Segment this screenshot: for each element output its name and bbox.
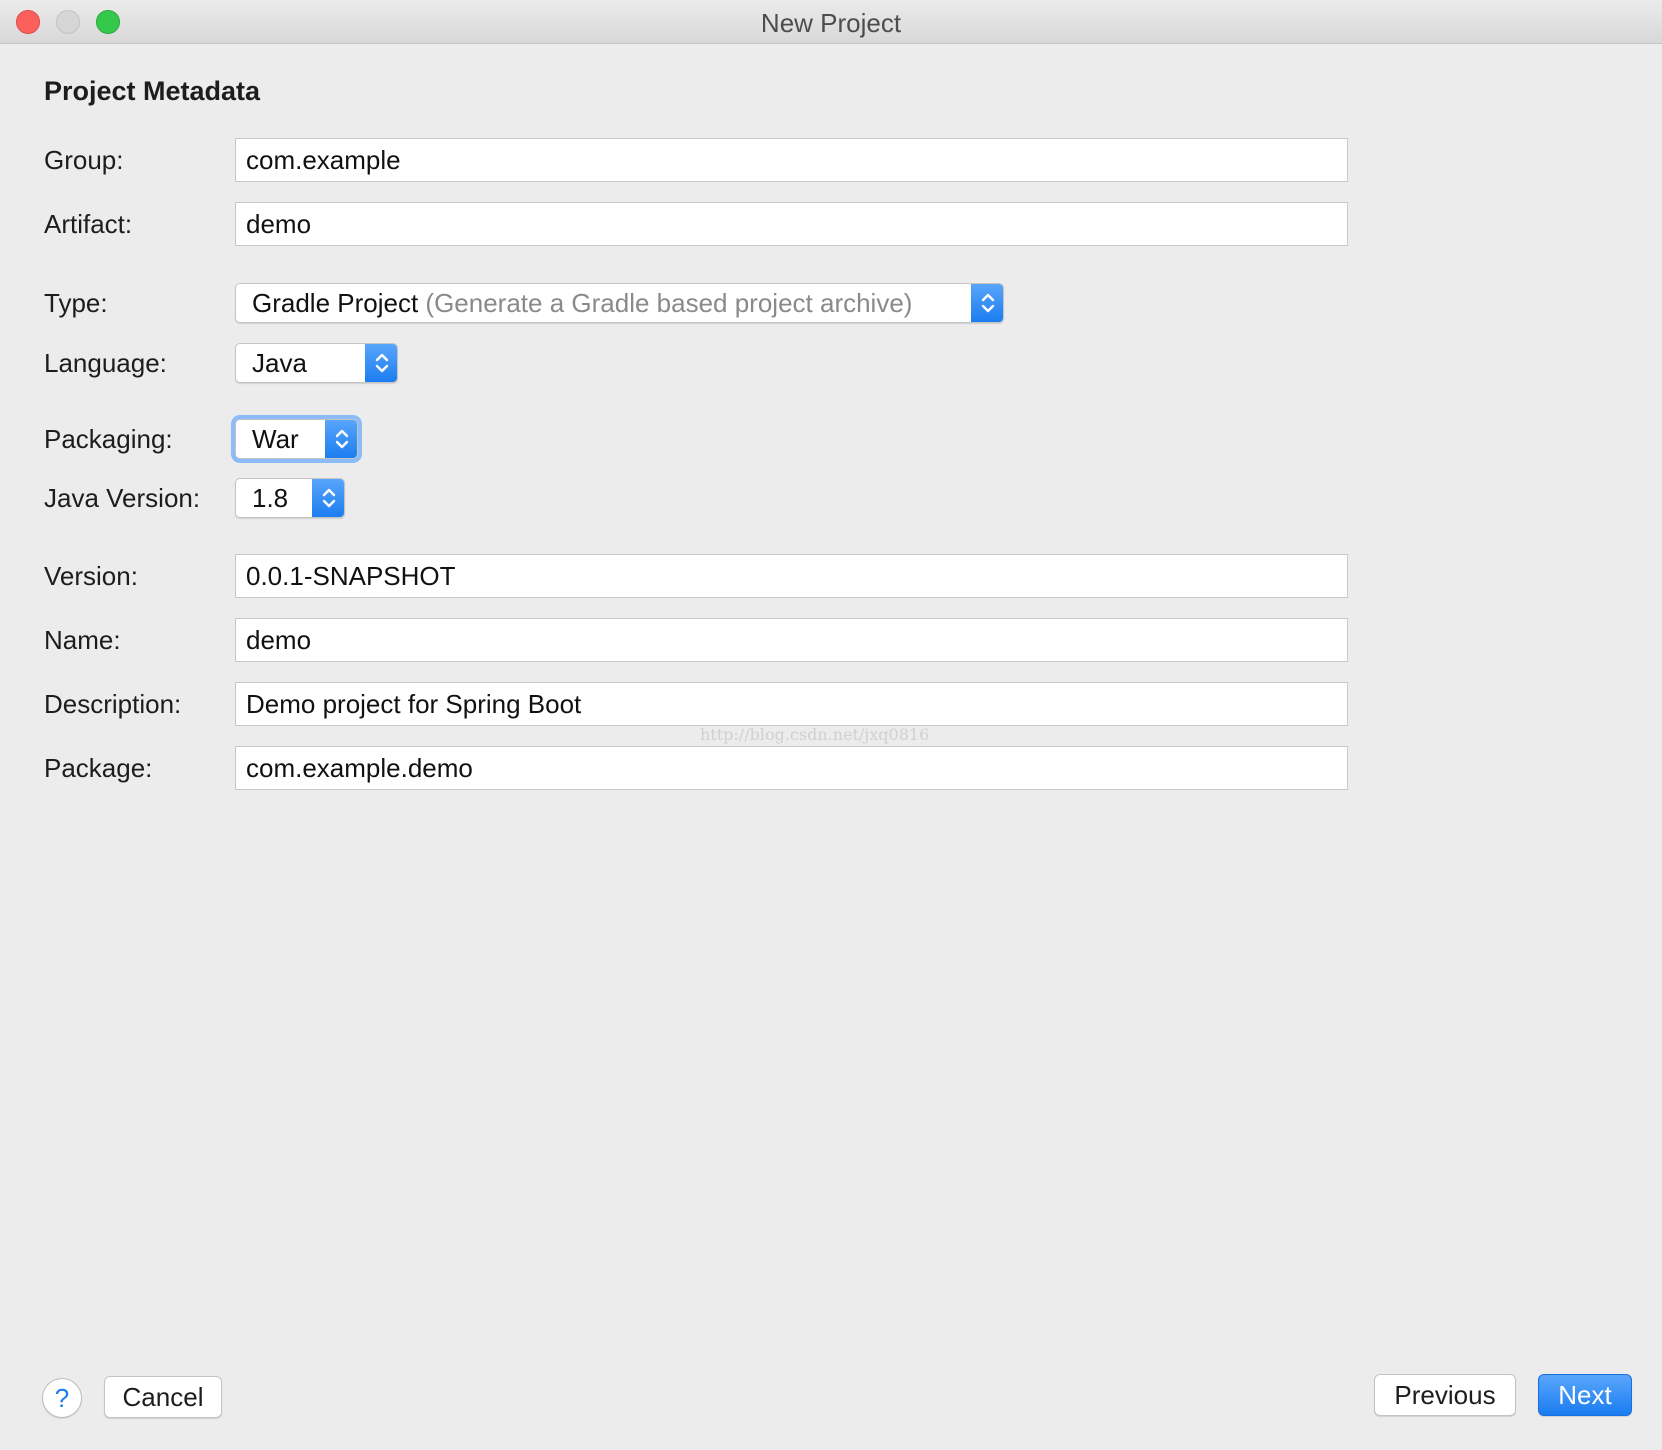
- title-bar: New Project: [0, 0, 1662, 44]
- group-label: Group:: [44, 145, 124, 175]
- package-label: Package:: [44, 753, 153, 783]
- type-select-value: Gradle Project: [252, 288, 419, 318]
- language-select[interactable]: Java: [235, 343, 398, 383]
- artifact-field[interactable]: [235, 202, 1348, 246]
- java-version-label: Java Version:: [44, 483, 201, 513]
- language-select-value: Java: [252, 348, 307, 378]
- packaging-select-value: War: [252, 424, 299, 454]
- description-label: Description:: [44, 689, 182, 719]
- name-field[interactable]: [235, 618, 1348, 662]
- version-label: Version:: [44, 561, 138, 591]
- java-version-select-chevron-icon: [312, 479, 344, 517]
- name-label: Name:: [44, 625, 121, 655]
- packaging-label: Packaging:: [44, 424, 173, 454]
- package-field[interactable]: [235, 746, 1348, 790]
- version-field[interactable]: [235, 554, 1348, 598]
- help-button[interactable]: ?: [42, 1378, 82, 1418]
- language-label: Language:: [44, 348, 167, 378]
- new-project-dialog: New Project Project Metadata Group: Arti…: [0, 0, 1662, 1450]
- java-version-select-value: 1.8: [252, 483, 289, 513]
- next-button[interactable]: Next: [1538, 1374, 1632, 1416]
- window-title: New Project: [760, 8, 902, 38]
- type-select[interactable]: Gradle Project (Generate a Gradle based …: [235, 283, 1004, 323]
- cancel-button[interactable]: Cancel: [104, 1376, 222, 1418]
- language-select-chevron-icon: [365, 344, 397, 382]
- type-select-hint: (Generate a Gradle based project archive…: [425, 288, 913, 318]
- group-field[interactable]: [235, 138, 1348, 182]
- packaging-select[interactable]: War: [235, 419, 358, 459]
- type-select-chevron-icon: [971, 284, 1003, 322]
- section-title: Project Metadata: [44, 76, 261, 106]
- previous-button[interactable]: Previous: [1374, 1374, 1516, 1416]
- watermark: http://blog.csdn.net/jxq0816: [700, 725, 930, 744]
- artifact-label: Artifact:: [44, 209, 133, 239]
- packaging-select-chevron-icon: [325, 420, 357, 458]
- description-field[interactable]: [235, 682, 1348, 726]
- type-label: Type:: [44, 288, 108, 318]
- java-version-select[interactable]: 1.8: [235, 478, 345, 518]
